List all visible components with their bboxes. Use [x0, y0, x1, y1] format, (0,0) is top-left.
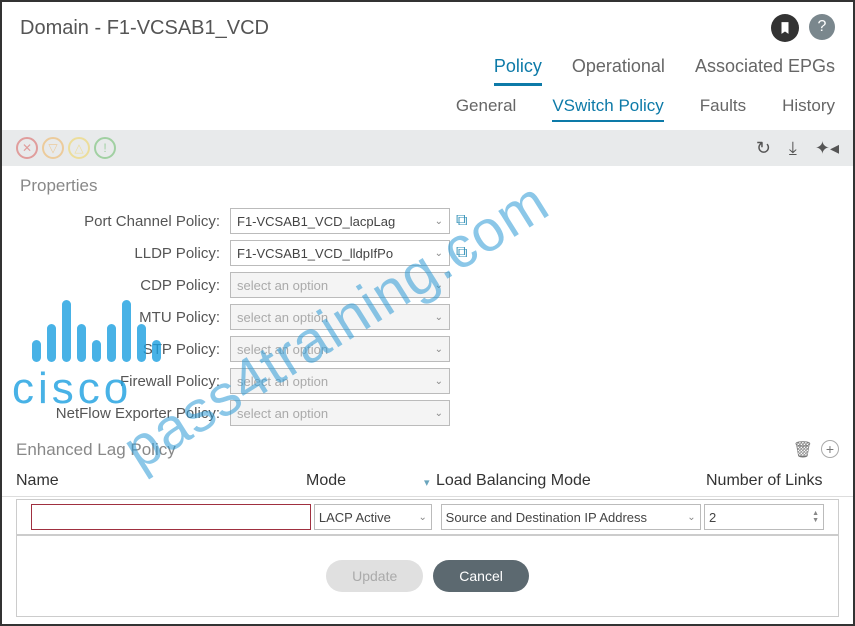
update-button[interactable]: Update	[326, 560, 423, 592]
tab-policy[interactable]: Policy	[494, 56, 542, 86]
page-title: Domain - F1-VCSAB1_VCD	[20, 17, 269, 40]
chevron-down-icon: ⌄	[435, 248, 443, 259]
lldp-select[interactable]: F1-VCSAB1_VCD_lldpIfPo⌄	[230, 240, 450, 266]
toolbar: ✕ ▽ △ ! ↻ ⤓ ✦◂	[2, 130, 853, 166]
tab-general[interactable]: General	[456, 96, 516, 122]
col-lbm[interactable]: ▾Load Balancing Mode	[436, 472, 706, 490]
netflow-select[interactable]: select an option⌄	[230, 400, 450, 426]
name-input[interactable]	[31, 504, 311, 530]
open-external-icon[interactable]: ⧉	[456, 212, 467, 230]
refresh-icon[interactable]: ↻	[756, 138, 771, 159]
fault-critical-icon[interactable]: ✕	[16, 137, 38, 159]
tab-operational[interactable]: Operational	[572, 56, 665, 86]
properties-form: Port Channel Policy: F1-VCSAB1_VCD_lacpL…	[2, 200, 853, 434]
lag-actions: 🗑 +	[793, 440, 839, 460]
firewall-select[interactable]: select an option⌄	[230, 368, 450, 394]
tab-faults[interactable]: Faults	[700, 96, 746, 122]
footer-buttons: Update Cancel	[17, 560, 838, 592]
chevron-down-icon: ⌄	[435, 344, 443, 355]
tab-associated-epgs[interactable]: Associated EPGs	[695, 56, 835, 86]
help-icon[interactable]: ?	[809, 14, 835, 40]
port-channel-label: Port Channel Policy:	[20, 213, 230, 230]
lldp-label: LLDP Policy:	[20, 245, 230, 262]
mode-select[interactable]: LACP Active⌄	[314, 504, 432, 530]
stp-select[interactable]: select an option⌄	[230, 336, 450, 362]
firewall-label: Firewall Policy:	[20, 373, 230, 390]
lag-table-header: Name Mode ▾Load Balancing Mode Number of…	[2, 466, 853, 497]
links-stepper[interactable]: 2▲▼	[704, 504, 824, 530]
bookmark-icon[interactable]	[771, 14, 799, 42]
add-icon[interactable]: +	[821, 440, 839, 458]
tab-vswitch-policy[interactable]: VSwitch Policy	[552, 96, 663, 122]
port-channel-select[interactable]: F1-VCSAB1_VCD_lacpLag⌄	[230, 208, 450, 234]
delete-icon[interactable]: 🗑	[793, 440, 813, 460]
lag-heading: Enhanced Lag Policy	[16, 436, 176, 464]
cdp-select[interactable]: select an option⌄	[230, 272, 450, 298]
chevron-down-icon: ⌄	[687, 512, 695, 523]
fault-indicators: ✕ ▽ △ !	[16, 137, 116, 159]
properties-heading: Properties	[2, 166, 853, 200]
header-actions: ?	[771, 14, 835, 42]
table-row: LACP Active⌄ Source and Destination IP A…	[16, 499, 839, 535]
col-mode[interactable]: Mode	[306, 472, 436, 490]
chevron-down-icon: ⌄	[435, 280, 443, 291]
col-name[interactable]: Name	[16, 472, 306, 490]
primary-tabs: Policy Operational Associated EPGs	[2, 48, 853, 86]
stp-label: STP Policy:	[20, 341, 230, 358]
netflow-label: NetFlow Exporter Policy:	[20, 405, 230, 422]
tab-history[interactable]: History	[782, 96, 835, 122]
mtu-select[interactable]: select an option⌄	[230, 304, 450, 330]
download-icon[interactable]: ⤓	[789, 138, 797, 159]
chevron-down-icon: ⌄	[418, 512, 426, 523]
fault-minor-icon[interactable]: △	[68, 137, 90, 159]
chevron-down-icon: ⌄	[435, 408, 443, 419]
sort-indicator-icon: ▾	[424, 476, 430, 489]
fault-major-icon[interactable]: ▽	[42, 137, 64, 159]
secondary-tabs: General VSwitch Policy Faults History	[2, 86, 853, 130]
tools-icon[interactable]: ✦◂	[815, 138, 839, 159]
lbm-select[interactable]: Source and Destination IP Address⌄	[441, 504, 701, 530]
mtu-label: MTU Policy:	[20, 309, 230, 326]
spinner-icon[interactable]: ▲▼	[812, 510, 819, 524]
open-external-icon[interactable]: ⧉	[456, 244, 467, 262]
chevron-down-icon: ⌄	[435, 312, 443, 323]
fault-warning-icon[interactable]: !	[94, 137, 116, 159]
cdp-label: CDP Policy:	[20, 277, 230, 294]
chevron-down-icon: ⌄	[435, 376, 443, 387]
cancel-button[interactable]: Cancel	[433, 560, 529, 592]
col-links[interactable]: Number of Links	[706, 472, 839, 490]
content-actions: ↻ ⤓ ✦◂	[756, 138, 839, 159]
chevron-down-icon: ⌄	[435, 216, 443, 227]
